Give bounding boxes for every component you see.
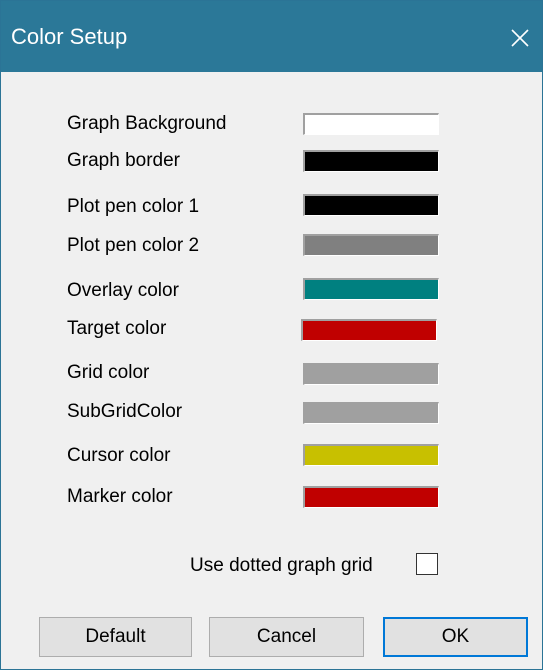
label-target-color: Target color xyxy=(67,318,167,339)
ok-button[interactable]: OK xyxy=(383,617,528,657)
swatch-overlay-color[interactable] xyxy=(303,278,439,300)
label-graph-background: Graph Background xyxy=(67,113,227,134)
close-button[interactable] xyxy=(497,19,537,55)
swatch-plot-pen-color-2[interactable] xyxy=(303,234,439,256)
color-setup-dialog: Color Setup Graph Background Graph borde… xyxy=(0,0,543,670)
swatch-subgrid-color[interactable] xyxy=(303,402,439,424)
title-bar[interactable]: Color Setup xyxy=(1,1,542,72)
dialog-title: Color Setup xyxy=(11,24,128,49)
swatch-graph-border[interactable] xyxy=(303,150,439,172)
swatch-grid-color[interactable] xyxy=(303,363,439,385)
dialog-content: Graph Background Graph border Plot pen c… xyxy=(1,72,542,669)
label-cursor-color: Cursor color xyxy=(67,445,171,466)
swatch-cursor-color[interactable] xyxy=(303,444,439,466)
cancel-button[interactable]: Cancel xyxy=(209,617,364,657)
label-graph-border: Graph border xyxy=(67,150,181,171)
close-icon xyxy=(511,29,529,47)
label-marker-color: Marker color xyxy=(67,486,173,507)
label-subgrid-color: SubGridColor xyxy=(67,401,183,422)
label-plot-pen-color-1: Plot pen color 1 xyxy=(67,196,200,217)
swatch-marker-color[interactable] xyxy=(303,486,439,508)
label-plot-pen-color-2: Plot pen color 2 xyxy=(67,235,200,256)
label-grid-color: Grid color xyxy=(67,362,150,383)
swatch-plot-pen-color-1[interactable] xyxy=(303,194,439,216)
dotted-grid-checkbox[interactable] xyxy=(416,553,438,575)
swatch-graph-background[interactable] xyxy=(303,113,439,135)
default-button[interactable]: Default xyxy=(39,617,192,657)
dotted-grid-label: Use dotted graph grid xyxy=(190,555,373,576)
label-overlay-color: Overlay color xyxy=(67,280,179,301)
swatch-target-color[interactable] xyxy=(301,319,437,341)
